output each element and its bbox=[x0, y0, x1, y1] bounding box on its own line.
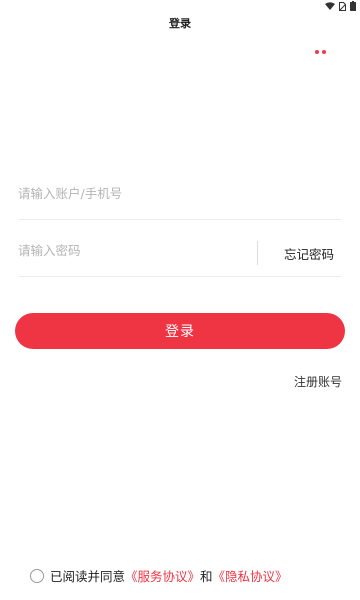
agreement-connector: 和 bbox=[200, 569, 213, 584]
agreement-checkbox[interactable] bbox=[30, 568, 44, 583]
login-button[interactable]: 登录 bbox=[15, 313, 345, 349]
wifi-icon bbox=[325, 2, 335, 10]
agreement-prefix: 已阅读并同意 bbox=[50, 569, 126, 584]
agreement-row: 已阅读并同意 《服务协议》 和 《隐私协议》 bbox=[30, 566, 288, 585]
account-input[interactable] bbox=[18, 183, 238, 203]
status-bar bbox=[0, 0, 360, 12]
service-agreement-link[interactable]: 《服务协议》 bbox=[125, 566, 200, 585]
account-field-row bbox=[18, 175, 342, 220]
dot bbox=[322, 50, 326, 54]
password-field-row: 忘记密码 bbox=[18, 232, 342, 277]
page-title: 登录 bbox=[169, 17, 191, 30]
more-dots-icon[interactable] bbox=[315, 50, 326, 54]
forgot-password-link[interactable]: 忘记密码 bbox=[284, 244, 334, 263]
privacy-agreement-link[interactable]: 《隐私协议》 bbox=[213, 566, 288, 585]
status-icons bbox=[325, 1, 356, 11]
dot bbox=[315, 50, 319, 54]
battery-icon bbox=[350, 1, 356, 11]
register-account-link[interactable]: 注册账号 bbox=[294, 373, 342, 390]
password-input[interactable] bbox=[18, 240, 238, 260]
no-sim-icon bbox=[339, 1, 346, 11]
forgot-divider bbox=[257, 241, 258, 265]
